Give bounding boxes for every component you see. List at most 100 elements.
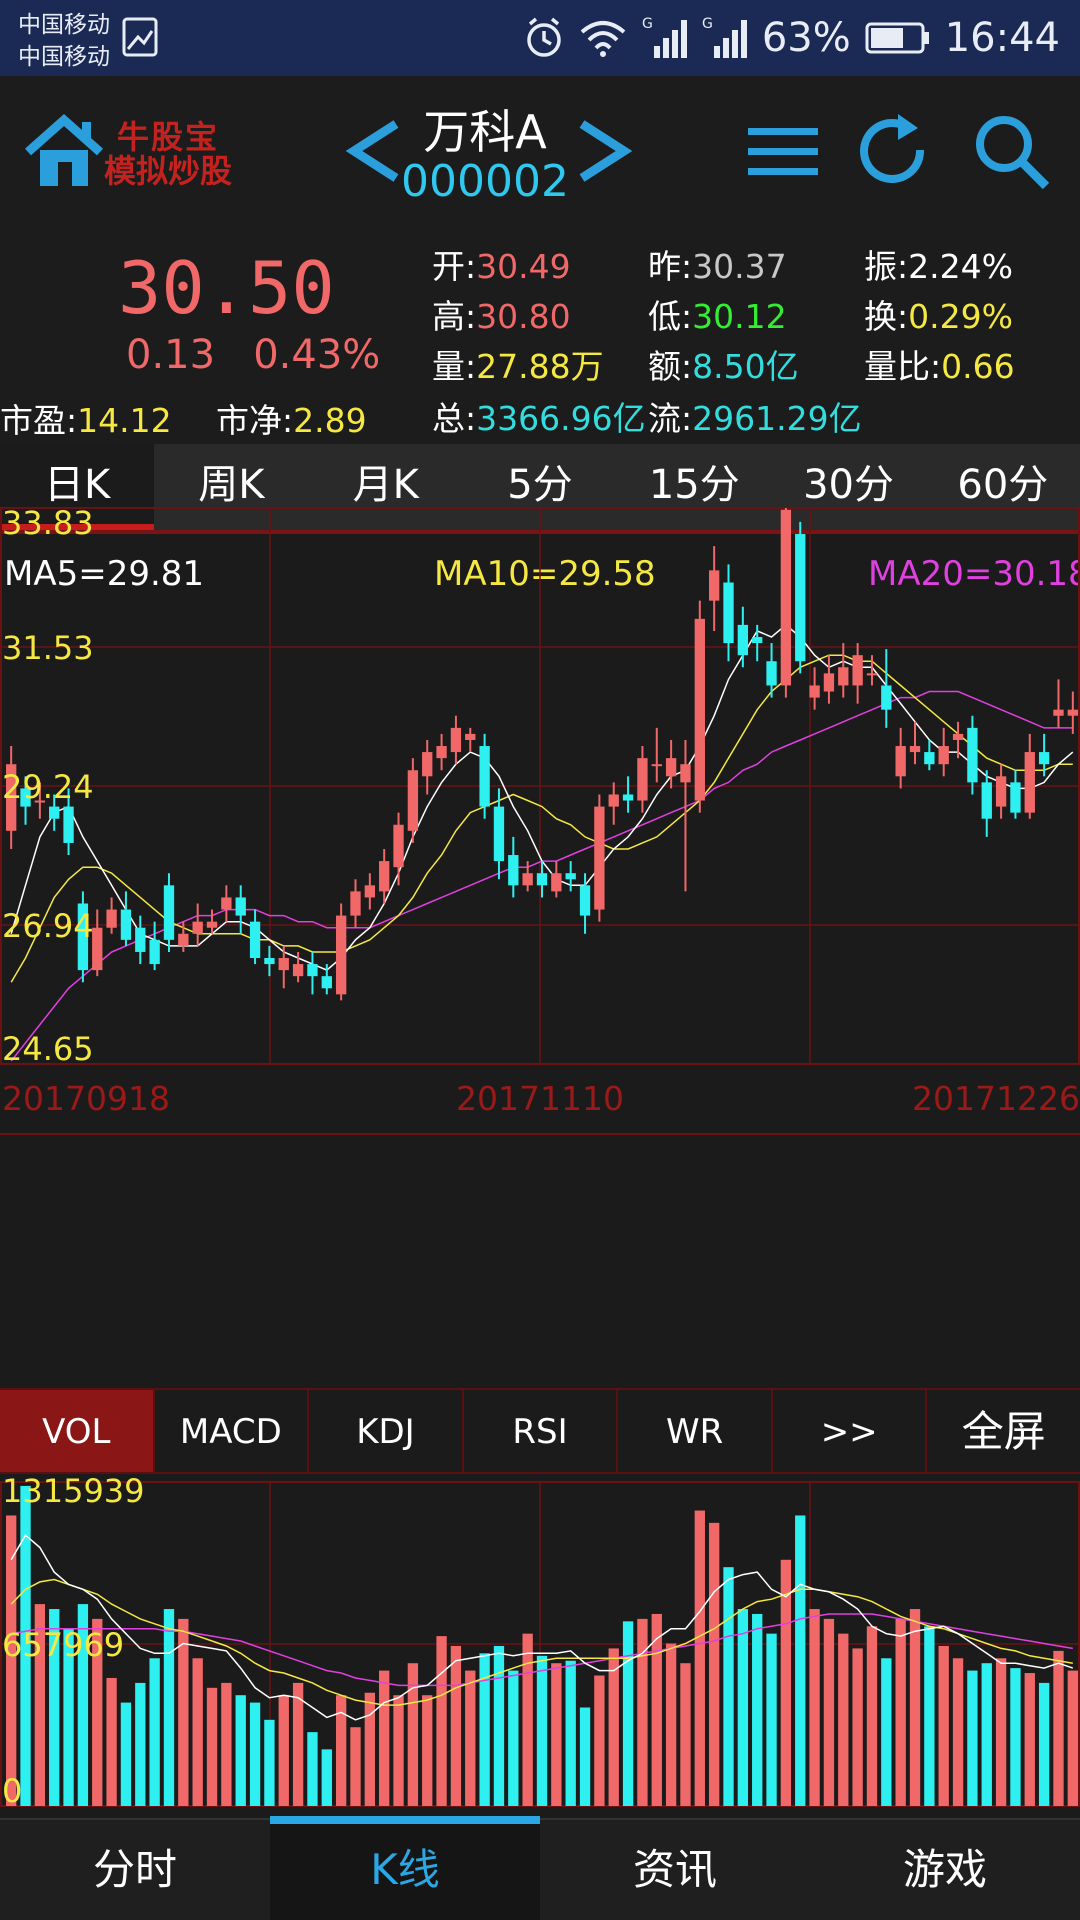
candle-body [135,927,146,952]
tab-rsi[interactable]: RSI [464,1390,619,1472]
volume-bar [967,1670,978,1806]
price-tick-label: 29.24 [2,768,94,806]
volume-bar [422,1695,433,1806]
date-tick-label: 20171110 [456,1079,624,1118]
volume-bar [278,1695,289,1806]
candle-body [350,891,361,916]
volume-bar [350,1727,361,1806]
candle-body [881,685,892,710]
volume-bar [665,1643,677,1806]
indicator-tabs: VOL MACD KDJ RSI WR >> 全屏 [0,1388,1080,1474]
volume-bar [249,1702,261,1806]
tab-more[interactable]: >> [773,1390,928,1472]
nav-timeshare[interactable]: 分时 [0,1820,270,1920]
candle-body [694,618,705,801]
candle-body [436,746,447,759]
volume-bar [149,1658,160,1806]
volume-bar [866,1626,878,1806]
volume-bar [909,1609,921,1806]
candle-body [952,733,964,740]
volume-bar [465,1670,476,1806]
kline-chart[interactable]: 33.83 31.53 29.24 26.94 24.65 20170918 201711… [0,0,1080,1818]
nav-games[interactable]: 游戏 [810,1820,1080,1920]
candle-body [665,758,677,777]
volume-bar [1053,1650,1064,1806]
candle-body [422,752,433,777]
volume-bar [264,1719,275,1806]
volume-bar [450,1645,462,1806]
candlesticks [6,508,1078,1001]
candle-body [995,776,1007,807]
candle-body [1067,709,1078,716]
volume-bar [594,1675,605,1806]
candle-body [465,733,476,740]
candle-body [1038,752,1050,765]
price-grid [0,507,1080,1065]
volume-bar [565,1660,576,1806]
volume-bar [1010,1668,1021,1806]
volume-bar [307,1732,318,1806]
candle-body [823,673,835,692]
volume-bar [895,1618,906,1806]
candle-body [178,933,189,946]
volume-bar [981,1663,992,1806]
volume-bar [235,1695,246,1806]
price-tick-label: 33.83 [2,504,94,542]
volume-bar [493,1645,505,1806]
candle-body [192,921,203,934]
volume-bar [723,1567,734,1806]
candle-body [278,958,289,971]
candle-body [924,752,935,765]
fullscreen-button[interactable]: 全屏 [927,1390,1080,1472]
tab-vol[interactable]: VOL [0,1390,155,1472]
volume-bar [608,1648,619,1806]
tab-macd[interactable]: MACD [155,1390,310,1472]
volume-bar [680,1663,691,1806]
tab-wr[interactable]: WR [618,1390,773,1472]
volume-bar [823,1618,835,1806]
volume-tick-label: 657969 [2,1626,124,1664]
volume-bar [795,1515,806,1806]
price-tick-label: 26.94 [2,907,94,945]
candle-body [163,885,175,940]
bottom-nav: 分时 K线 资讯 游戏 [0,1816,1080,1920]
volume-bar [752,1613,763,1806]
volume-bar [192,1658,203,1806]
volume-bar [135,1682,146,1806]
candle-body [493,806,505,862]
volume-bar [221,1682,232,1806]
candle-body [895,746,906,777]
candle-body [981,782,992,819]
candle-body [149,939,160,965]
candle-body [938,746,949,765]
volume-bar [694,1510,705,1806]
price-axis-labels: 33.83 31.53 29.24 26.94 24.65 [2,504,94,1068]
volume-bar [924,1626,935,1806]
tab-kdj[interactable]: KDJ [309,1390,464,1472]
candle-body [508,855,519,886]
candle-body [536,873,548,886]
candle-body [1010,782,1021,813]
volume-bar [379,1670,390,1806]
volume-bar [206,1687,218,1806]
candle-body [637,758,648,801]
candle-body [120,909,132,940]
candle-body [249,921,261,959]
volume-bar [995,1658,1007,1806]
candle-body [450,727,462,753]
nav-kline[interactable]: K线 [270,1816,540,1920]
volume-bar [178,1618,189,1806]
date-tick-label: 20170918 [2,1079,170,1118]
volume-tick-label: 1315939 [2,1472,145,1510]
candle-body [235,897,246,916]
candle-body [967,727,978,783]
volume-bar [163,1609,175,1806]
candle-body [1024,752,1035,813]
candle-body [264,958,275,965]
volume-bar [938,1645,949,1806]
volume-bar [292,1682,304,1806]
candle-body [551,873,562,892]
volume-bar [737,1609,749,1806]
nav-news[interactable]: 资讯 [540,1820,810,1920]
volume-bar [364,1692,376,1806]
